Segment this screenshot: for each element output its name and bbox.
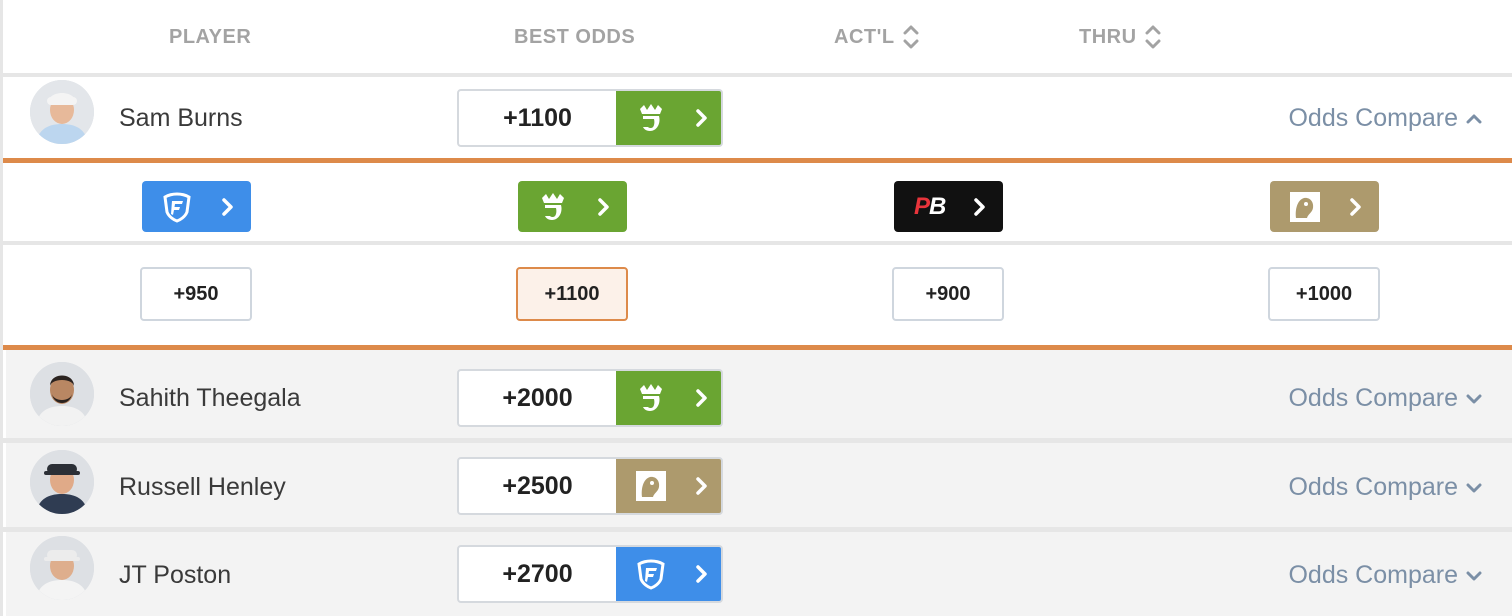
draftkings-book-button[interactable] [616,371,721,425]
odds-table: PLAYER BEST ODDS ACT'L THRU Sam Burns +1… [0,0,1512,616]
odds-compare-panel: PB +950 +1100 +900 +1000 [3,163,1512,345]
table-header: PLAYER BEST ODDS ACT'L THRU [3,0,1512,73]
fanduel-logo-icon [637,559,665,590]
thru-column-header[interactable]: THRU [1079,24,1161,50]
table-row[interactable]: JT Poston +2700 Odds Compare [6,532,1512,616]
chevron-right-icon [974,197,985,216]
best-odds-button[interactable]: +2700 [457,545,723,603]
pointsbet-book-button[interactable]: PB [894,181,1003,232]
actl-label: ACT'L [834,25,895,48]
pointsbet-logo-icon: PB [914,193,946,220]
best-odds-button[interactable]: +1100 [457,89,723,147]
draftkings-book-button[interactable] [616,91,721,145]
best-odds-button[interactable]: +2000 [457,369,723,427]
chevron-right-icon [696,109,707,127]
divider [3,241,1512,245]
fanduel-logo-icon [163,192,191,223]
avatar [30,80,94,144]
pointsbet-logo-b: B [929,193,946,220]
betmgm-lion-icon [1290,191,1320,222]
avatar [30,450,94,514]
pointsbet-odds-button[interactable]: +900 [892,267,1004,321]
avatar [30,536,94,600]
odds-compare-toggle[interactable]: Odds Compare [1288,104,1482,133]
chevron-down-icon [1466,483,1482,492]
odds-compare-toggle[interactable]: Odds Compare [1288,473,1482,502]
odds-compare-toggle[interactable]: Odds Compare [1288,561,1482,590]
chevron-up-icon [1466,114,1482,123]
thru-label: THRU [1079,25,1137,48]
chevron-right-icon [696,565,707,583]
draftkings-book-button[interactable] [518,181,627,232]
player-name[interactable]: Russell Henley [119,473,286,502]
odds-compare-label: Odds Compare [1288,384,1458,412]
best-odds-value: +1100 [503,103,572,132]
odds-compare-label: Odds Compare [1288,473,1458,501]
player-name[interactable]: Sahith Theegala [119,384,301,413]
odds-compare-label: Odds Compare [1288,561,1458,589]
chevron-down-icon [1466,394,1482,403]
chevron-right-icon [598,197,609,216]
draftkings-odds-button[interactable]: +1100 [516,267,628,321]
betmgm-lion-icon [636,471,666,501]
sort-icon[interactable] [1145,23,1161,51]
player-name[interactable]: JT Poston [119,561,231,590]
fanduel-odds-button[interactable]: +950 [140,267,252,321]
sort-icon[interactable] [903,23,919,51]
best-odds-value: +2000 [502,383,573,412]
avatar [30,362,94,426]
best-odds-button[interactable]: +2500 [457,457,723,515]
player-column-header: PLAYER [169,25,252,48]
chevron-right-icon [1350,197,1361,216]
best-odds-column-header: BEST ODDS [514,25,636,48]
betmgm-book-button[interactable] [616,459,721,513]
betmgm-odds-button[interactable]: +1000 [1268,267,1380,321]
draftkings-logo-icon [542,192,564,220]
table-row[interactable]: Russell Henley +2500 Odds Compare [6,443,1512,527]
table-row[interactable]: Sam Burns +1100 Odds Compare [6,77,1512,160]
draftkings-logo-icon [640,384,662,411]
player-name[interactable]: Sam Burns [119,104,243,133]
odds-compare-toggle[interactable]: Odds Compare [1288,384,1482,413]
draftkings-logo-icon [640,104,662,131]
fanduel-book-button[interactable] [142,181,251,232]
odds-compare-label: Odds Compare [1288,104,1458,132]
actl-column-header[interactable]: ACT'L [834,24,919,50]
chevron-right-icon [696,389,707,407]
chevron-right-icon [696,477,707,495]
betmgm-book-button[interactable] [1270,181,1379,232]
chevron-down-icon [1466,571,1482,580]
best-odds-value: +2700 [502,559,573,588]
table-row[interactable]: Sahith Theegala +2000 Odds Compare [6,350,1512,438]
chevron-right-icon [222,197,233,216]
best-odds-value: +2500 [502,471,573,500]
fanduel-book-button[interactable] [616,547,721,601]
